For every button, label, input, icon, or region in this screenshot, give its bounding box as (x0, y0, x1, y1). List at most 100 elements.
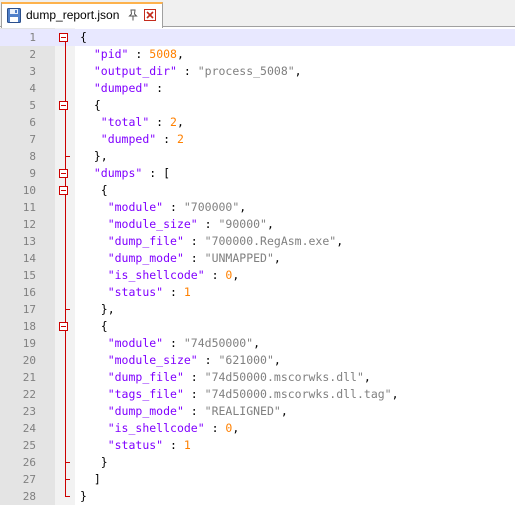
line-text: } (80, 489, 87, 503)
line-text: { (80, 183, 108, 197)
fold-toggle-icon[interactable] (59, 33, 68, 42)
line-number: 4 (29, 82, 36, 95)
code-line[interactable]: 18 { (0, 318, 515, 335)
line-number: 16 (22, 286, 36, 299)
pin-icon[interactable] (127, 9, 139, 21)
line-text: "is_shellcode" : 0, (107, 268, 240, 282)
line-number: 27 (22, 473, 36, 486)
code-line[interactable]: 20 "module_size" : "621000", (0, 352, 515, 369)
code-line[interactable]: 16 "status" : 1 (0, 284, 515, 301)
code-line[interactable]: 24 "is_shellcode" : 0, (0, 420, 515, 437)
line-text: "is_shellcode" : 0, (107, 421, 240, 435)
line-number: 20 (22, 354, 36, 367)
code-line[interactable]: 21 "dump_file" : "74d50000.mscorwks.dll"… (0, 369, 515, 386)
fold-end-tick (65, 156, 70, 157)
code-line[interactable]: 5 { (0, 97, 515, 114)
line-text: "status" : 1 (107, 285, 191, 299)
code-line[interactable]: 10 { (0, 182, 515, 199)
fold-toggle-icon[interactable] (59, 322, 68, 331)
code-line[interactable]: 3 "output_dir" : "process_5008", (0, 63, 515, 80)
line-text: }, (80, 302, 115, 316)
line-text: "dump_mode" : "UNMAPPED", (107, 251, 281, 265)
line-number: 9 (29, 167, 36, 180)
code-line[interactable]: 19 "module" : "74d50000", (0, 335, 515, 352)
code-line[interactable]: 8 }, (0, 148, 515, 165)
line-number: 17 (22, 303, 36, 316)
code-line[interactable]: 12 "module_size" : "90000", (0, 216, 515, 233)
line-number: 15 (22, 269, 36, 282)
line-number: 7 (29, 133, 36, 146)
line-number: 1 (29, 31, 36, 44)
line-number: 14 (22, 252, 36, 265)
line-number: 28 (22, 490, 36, 503)
line-number: 18 (22, 320, 36, 333)
line-number: 5 (29, 99, 36, 112)
code-line[interactable]: 25 "status" : 1 (0, 437, 515, 454)
line-text: { (80, 98, 101, 112)
line-text: "tags_file" : "74d50000.mscorwks.dll.tag… (107, 387, 399, 401)
line-text: "module_size" : "621000", (107, 353, 281, 367)
line-number: 2 (29, 48, 36, 61)
floppy-disk-icon (7, 8, 21, 23)
notepad-plus-plus-window: dump_report.json 1{2 "pid" : 5008, 3 "out… (0, 0, 515, 505)
code-line[interactable]: 27 ] (0, 471, 515, 488)
line-number: 25 (22, 439, 36, 452)
code-line[interactable]: 4 "dumped" : (0, 80, 515, 97)
fold-end-tick (65, 309, 70, 310)
code-line[interactable]: 6 "total" : 2, (0, 114, 515, 131)
line-number: 23 (22, 405, 36, 418)
fold-end-tick (65, 496, 70, 497)
line-number: 8 (29, 150, 36, 163)
line-text: "pid" : 5008, (93, 47, 184, 61)
tab-dump-report[interactable]: dump_report.json (1, 2, 163, 28)
code-line[interactable]: 23 "dump_mode" : "REALIGNED", (0, 403, 515, 420)
line-text: "dump_file" : "700000.RegAsm.exe", (107, 234, 344, 248)
line-text: "dump_mode" : "REALIGNED", (107, 404, 288, 418)
code-line[interactable]: 2 "pid" : 5008, (0, 46, 515, 63)
code-line[interactable]: 1{ (0, 29, 515, 46)
fold-end-tick (65, 479, 70, 480)
line-text: "module_size" : "90000", (107, 217, 274, 231)
line-text: "dumped" : 2 (100, 132, 184, 146)
tab-title: dump_report.json (26, 8, 120, 22)
line-number: 24 (22, 422, 36, 435)
line-text: "output_dir" : "process_5008", (93, 64, 302, 78)
line-text: "module" : "74d50000", (107, 336, 261, 350)
line-number: 10 (22, 184, 36, 197)
code-line[interactable]: 14 "dump_mode" : "UNMAPPED", (0, 250, 515, 267)
line-text: "total" : 2, (100, 115, 184, 129)
line-number: 21 (22, 371, 36, 384)
line-number: 26 (22, 456, 36, 469)
line-number: 3 (29, 65, 36, 78)
close-icon[interactable] (144, 9, 156, 21)
fold-toggle-icon[interactable] (59, 186, 68, 195)
line-text: { (80, 30, 87, 44)
code-line[interactable]: 28} (0, 488, 515, 505)
fold-toggle-icon[interactable] (59, 101, 68, 110)
code-line[interactable]: 15 "is_shellcode" : 0, (0, 267, 515, 284)
code-line[interactable]: 17 }, (0, 301, 515, 318)
line-text: "dumps" : [ (93, 166, 171, 180)
fold-end-tick (65, 462, 70, 463)
line-text: "dump_file" : "74d50000.mscorwks.dll", (107, 370, 371, 384)
tab-bar: dump_report.json (0, 0, 515, 28)
line-number: 6 (29, 116, 36, 129)
line-text: }, (80, 149, 108, 163)
fold-toggle-icon[interactable] (59, 169, 68, 178)
line-number: 19 (22, 337, 36, 350)
line-number: 22 (22, 388, 36, 401)
line-number: 13 (22, 235, 36, 248)
line-number: 12 (22, 218, 36, 231)
code-line[interactable]: 26 } (0, 454, 515, 471)
line-number: 11 (22, 201, 36, 214)
line-text: } (80, 455, 108, 469)
code-line[interactable]: 13 "dump_file" : "700000.RegAsm.exe", (0, 233, 515, 250)
code-line[interactable]: 11 "module" : "700000", (0, 199, 515, 216)
line-text: "dumped" : (93, 81, 164, 95)
line-text: { (80, 319, 108, 333)
code-line[interactable]: 22 "tags_file" : "74d50000.mscorwks.dll.… (0, 386, 515, 403)
code-line[interactable]: 7 "dumped" : 2 (0, 131, 515, 148)
code-editor[interactable]: 1{2 "pid" : 5008, 3 "output_dir" : "proce… (0, 28, 515, 505)
code-line[interactable]: 9 "dumps" : [ (0, 165, 515, 182)
line-text: ] (80, 472, 101, 486)
